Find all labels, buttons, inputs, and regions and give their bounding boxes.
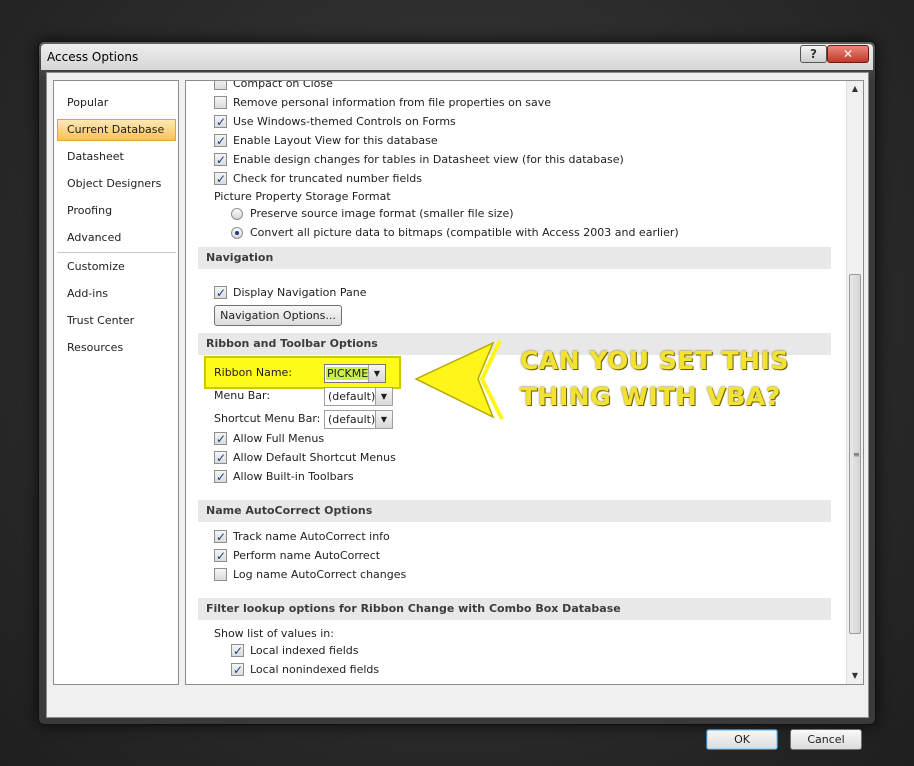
scroll-up-icon[interactable]: ▲ bbox=[847, 81, 863, 97]
scroll-down-icon[interactable]: ▼ bbox=[847, 668, 863, 684]
annotation-line-2: THING WITH VBA? bbox=[520, 382, 781, 411]
local-indexed-checkbox[interactable] bbox=[231, 642, 244, 660]
close-button[interactable]: ✕ bbox=[827, 45, 869, 63]
local-nonindexed-checkbox[interactable] bbox=[231, 661, 244, 679]
display-nav-pane-checkbox[interactable] bbox=[214, 284, 227, 302]
sidebar-item-current-database[interactable]: Current Database bbox=[57, 119, 176, 141]
sidebar-item-datasheet[interactable]: Datasheet bbox=[57, 146, 176, 168]
filter-section-header: Filter lookup options for Ribbon Change … bbox=[198, 598, 831, 620]
allow-full-menus-checkbox[interactable] bbox=[214, 430, 227, 448]
grip-icon: ≡ bbox=[853, 450, 860, 459]
navigation-section-header: Navigation bbox=[198, 247, 831, 269]
track-autocorrect-checkbox[interactable] bbox=[214, 528, 227, 546]
sidebar-item-add-ins[interactable]: Add-ins bbox=[57, 283, 176, 305]
remove-personal-info-checkbox[interactable] bbox=[214, 96, 227, 109]
autocorrect-section-header: Name AutoCorrect Options bbox=[198, 500, 831, 522]
sidebar-item-advanced[interactable]: Advanced bbox=[57, 227, 176, 249]
allow-default-shortcut-checkbox[interactable] bbox=[214, 449, 227, 467]
vertical-scrollbar[interactable]: ▲ ≡ ▼ bbox=[846, 81, 863, 684]
convert-bitmaps-radio[interactable] bbox=[231, 227, 243, 239]
check-truncated-checkbox[interactable] bbox=[214, 170, 227, 188]
shortcut-menu-bar-label: Shortcut Menu Bar: bbox=[214, 412, 321, 425]
sidebar-item-proofing[interactable]: Proofing bbox=[57, 200, 176, 222]
sidebar-item-customize[interactable]: Customize bbox=[57, 256, 176, 278]
navigation-options-button[interactable]: Navigation Options... bbox=[214, 305, 342, 326]
compact-on-close-checkbox[interactable] bbox=[214, 81, 227, 90]
sidebar-item-object-designers[interactable]: Object Designers bbox=[57, 173, 176, 195]
help-button[interactable]: ? bbox=[800, 45, 827, 63]
perform-autocorrect-checkbox[interactable] bbox=[214, 547, 227, 565]
ok-button[interactable]: OK bbox=[706, 729, 778, 750]
show-list-label: Show list of values in: bbox=[214, 627, 334, 640]
sidebar-divider bbox=[57, 252, 176, 253]
ribbon-name-label: Ribbon Name: bbox=[214, 366, 293, 379]
title-bar[interactable]: Access Options ? ✕ bbox=[41, 44, 873, 70]
picture-storage-label: Picture Property Storage Format bbox=[214, 190, 391, 203]
ribbon-name-combo[interactable]: PICKME ▼ bbox=[324, 364, 386, 383]
sidebar-item-resources[interactable]: Resources bbox=[57, 337, 176, 359]
log-autocorrect-checkbox[interactable] bbox=[214, 568, 227, 581]
scroll-thumb[interactable]: ≡ bbox=[849, 274, 861, 634]
preserve-source-radio[interactable] bbox=[231, 208, 243, 220]
enable-design-changes-checkbox[interactable] bbox=[214, 151, 227, 169]
menu-bar-label: Menu Bar: bbox=[214, 389, 271, 402]
options-sidebar: Popular Current Database Datasheet Objec… bbox=[53, 80, 179, 685]
enable-layout-view-checkbox[interactable] bbox=[214, 132, 227, 150]
ribbon-name-value: PICKME bbox=[326, 367, 370, 380]
allow-builtin-toolbars-checkbox[interactable] bbox=[214, 468, 227, 486]
windows-themed-controls-checkbox[interactable] bbox=[214, 113, 227, 131]
sidebar-item-trust-center[interactable]: Trust Center bbox=[57, 310, 176, 332]
cancel-button[interactable]: Cancel bbox=[790, 729, 862, 750]
dialog-title: Access Options bbox=[47, 50, 139, 64]
annotation-line-1: CAN YOU SET THIS bbox=[520, 346, 789, 375]
sidebar-item-popular[interactable]: Popular bbox=[57, 92, 176, 114]
